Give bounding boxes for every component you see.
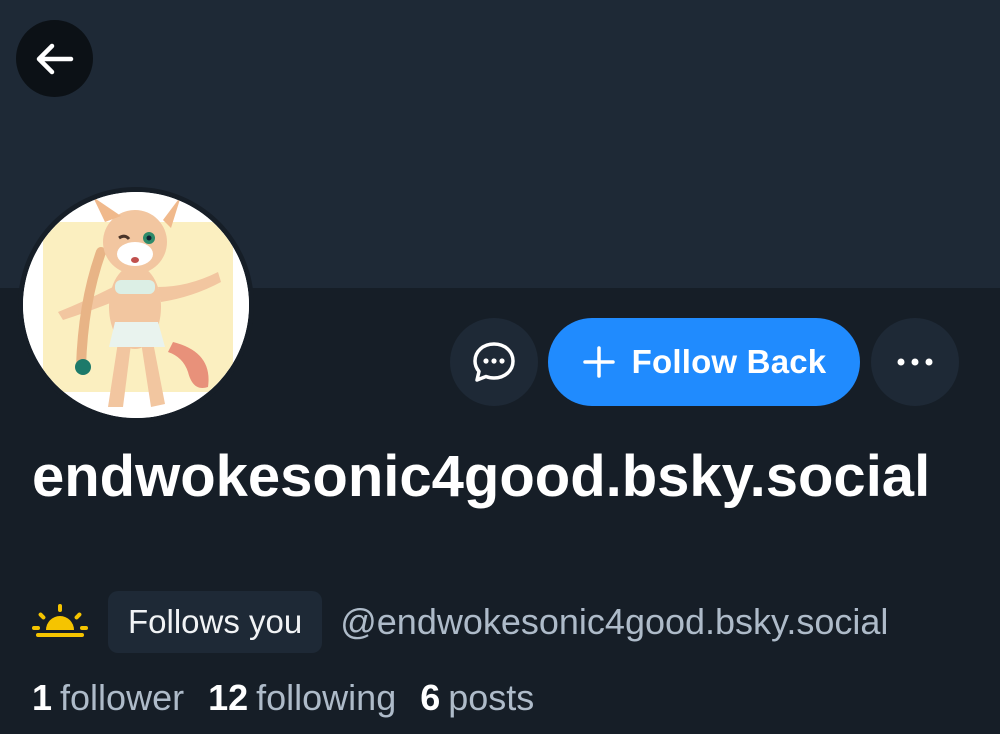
posts-label: posts xyxy=(448,677,535,718)
arrow-left-icon xyxy=(36,43,73,74)
avatar-image xyxy=(23,192,249,418)
follows-you-badge: Follows you xyxy=(108,591,323,653)
posts-stat: 6 posts xyxy=(420,677,534,719)
plus-icon xyxy=(582,346,615,378)
followers-label: follower xyxy=(60,677,185,718)
ellipsis-icon xyxy=(897,358,933,366)
avatar[interactable] xyxy=(18,187,254,423)
more-options-button[interactable] xyxy=(871,318,959,406)
profile-meta-row: Follows you @endwokesonic4good.bsky.soci… xyxy=(30,590,888,654)
posts-count: 6 xyxy=(420,677,441,718)
profile-stats: 1 follower 12 following 6 posts xyxy=(32,672,534,724)
following-count: 12 xyxy=(208,677,249,718)
followers-count: 1 xyxy=(32,677,53,718)
back-button[interactable] xyxy=(16,20,93,97)
following-stat[interactable]: 12 following xyxy=(208,677,396,719)
profile-handle: @endwokesonic4good.bsky.social xyxy=(340,601,889,642)
followers-stat[interactable]: 1 follower xyxy=(32,677,184,719)
message-button[interactable] xyxy=(450,318,538,406)
following-label: following xyxy=(256,677,397,718)
follow-back-button[interactable]: Follow Back xyxy=(548,318,860,406)
sunrise-icon xyxy=(32,604,88,637)
follow-back-label: Follow Back xyxy=(631,343,827,380)
chat-bubble-icon xyxy=(473,342,515,382)
display-name: endwokesonic4good.bsky.social xyxy=(32,444,931,509)
